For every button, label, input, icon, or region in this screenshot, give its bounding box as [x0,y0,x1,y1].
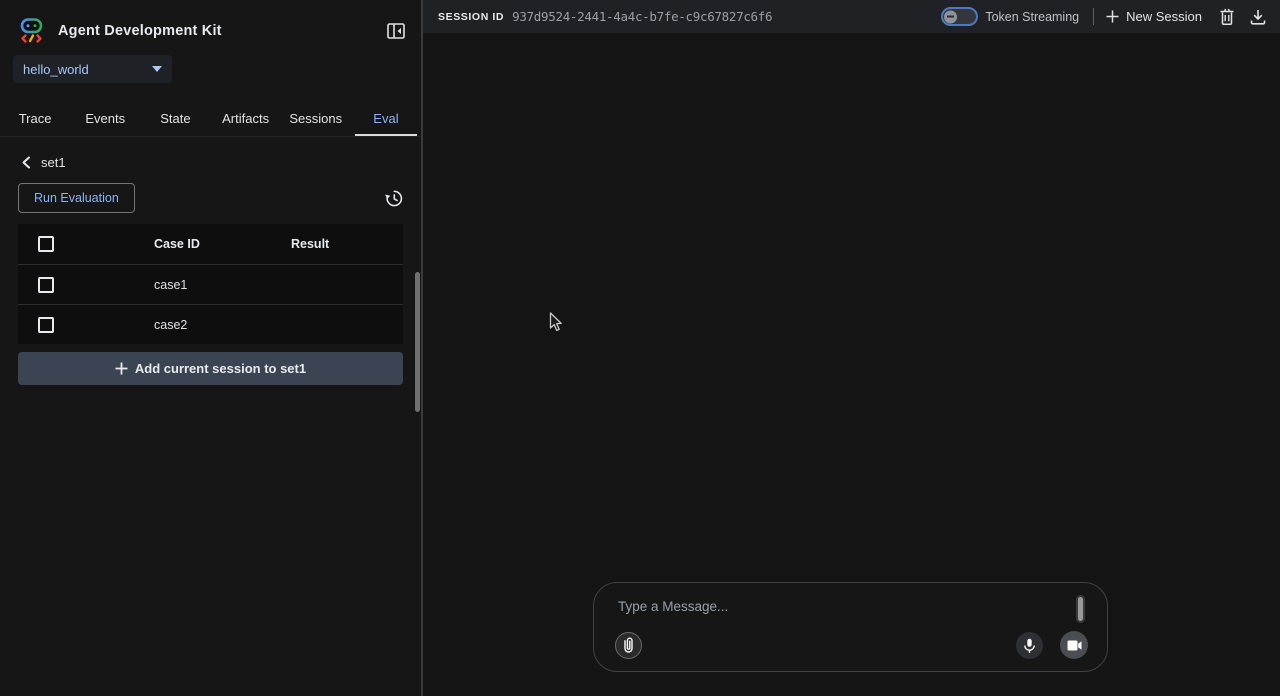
mouse-cursor [549,312,565,334]
column-header-result: Result [291,237,403,251]
table-row[interactable]: case1 [18,264,403,304]
add-current-session-button[interactable]: Add current session to set1 [18,352,403,385]
plus-icon [115,362,128,375]
run-evaluation-button[interactable]: Run Evaluation [18,183,135,213]
chevron-left-icon [21,156,32,169]
case-checkbox[interactable] [38,317,54,333]
trash-icon [1219,8,1235,25]
delete-session-button[interactable] [1219,8,1235,25]
panel-close-icon [386,21,406,41]
case-id-cell: case2 [154,318,291,332]
topbar: SESSION ID 937d9524-2441-4a4c-b7fe-c9c67… [423,0,1280,33]
sidebar-divider [421,0,423,696]
add-current-session-label: Add current session to set1 [135,361,306,376]
case-id-cell: case1 [154,278,291,292]
tab-eval[interactable]: Eval [351,100,421,136]
tab-bar: Trace Events State Artifacts Sessions Ev… [0,100,421,137]
chevron-down-icon [152,66,162,72]
tab-sessions[interactable]: Sessions [281,100,351,136]
composer-scrollbar[interactable] [1076,595,1085,623]
agent-select-value: hello_world [23,62,152,77]
agent-select[interactable]: hello_world [13,55,172,83]
video-icon [1067,640,1082,651]
session-id-value: 937d9524-2441-4a4c-b7fe-c9c67827c6f6 [512,9,772,24]
eval-case-table: Case ID Result case1 case2 [18,224,403,344]
download-icon [1250,9,1266,25]
tab-artifacts[interactable]: Artifacts [211,100,281,136]
topbar-actions: Token Streaming New Session [941,7,1266,26]
new-session-label: New Session [1126,9,1202,24]
mic-button[interactable] [1016,632,1043,659]
message-input[interactable] [618,599,1048,633]
sidebar: Agent Development Kit hello_world Trace … [0,0,421,696]
app-window: Agent Development Kit hello_world Trace … [0,0,1280,696]
export-session-button[interactable] [1250,9,1266,25]
select-all-checkbox[interactable] [38,236,54,252]
tab-events[interactable]: Events [70,100,140,136]
adk-robot-logo [18,17,45,44]
token-streaming-toggle[interactable] [941,7,978,26]
eval-history-button[interactable] [384,189,403,208]
collapse-panel-button[interactable] [383,18,409,44]
sidebar-scrollbar[interactable] [415,272,420,412]
app-title: Agent Development Kit [58,23,383,39]
table-row[interactable]: case2 [18,304,403,344]
session-id-label: SESSION ID [438,11,504,23]
tab-state[interactable]: State [140,100,210,136]
table-header-row: Case ID Result [18,224,403,264]
topbar-separator [1093,8,1094,25]
video-button[interactable] [1060,631,1088,659]
tab-trace[interactable]: Trace [0,100,70,136]
column-header-case-id: Case ID [154,237,291,251]
message-composer [593,582,1108,672]
sidebar-header: Agent Development Kit [0,0,421,48]
new-session-button[interactable]: New Session [1106,9,1202,24]
eval-set-back[interactable]: set1 [21,155,421,170]
plus-icon [1106,10,1119,23]
eval-set-name: set1 [41,155,66,170]
mic-icon [1023,638,1036,654]
eval-controls: Run Evaluation [18,183,403,213]
case-checkbox[interactable] [38,277,54,293]
token-streaming-label: Token Streaming [985,10,1079,24]
history-icon [384,189,403,208]
toggle-knob [944,10,957,23]
attach-file-button[interactable] [615,632,642,659]
attach-icon [622,637,635,654]
